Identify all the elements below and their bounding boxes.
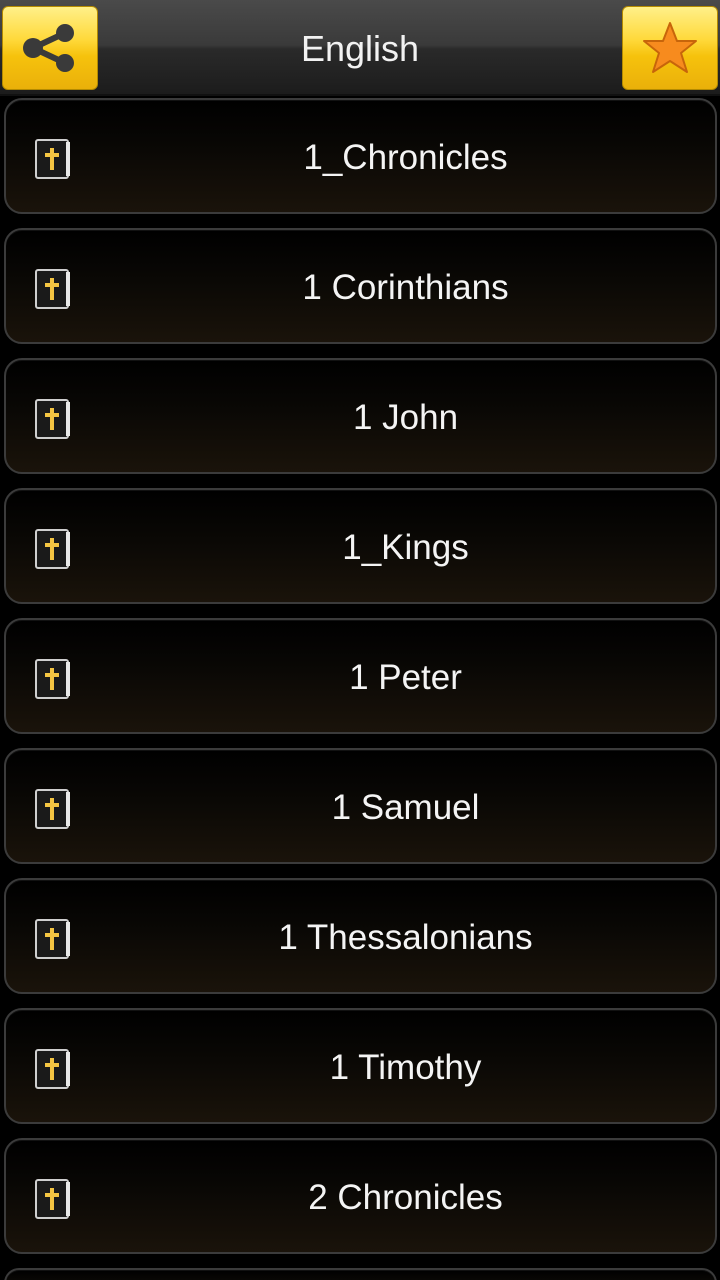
bible-book-icon (35, 1049, 70, 1089)
list-item[interactable]: 1_Chronicles (4, 98, 717, 214)
book-label: 1_Chronicles (303, 138, 508, 177)
list-item[interactable]: 1 Peter (4, 618, 717, 734)
book-label: 1 Corinthians (302, 268, 509, 307)
book-label: 1 Thessalonians (278, 918, 533, 957)
top-bar: English (0, 0, 720, 96)
list-item[interactable]: 1 Corinthians (4, 228, 717, 344)
bible-book-icon (35, 269, 70, 309)
bible-book-icon (35, 789, 70, 829)
bible-book-icon (35, 529, 70, 569)
list-item[interactable]: 1_Kings (4, 488, 717, 604)
book-label: 1 Samuel (331, 788, 480, 827)
list-item[interactable]: 1 Timothy (4, 1008, 717, 1124)
book-label: 1 John (352, 398, 459, 437)
book-label: 1 Peter (349, 658, 462, 697)
favorite-button[interactable] (622, 6, 718, 90)
book-label: 1 Timothy (329, 1048, 482, 1087)
bible-book-icon (35, 399, 70, 439)
list-item[interactable]: 1 John (4, 358, 717, 474)
star-icon (643, 22, 697, 73)
book-label: 2 Chronicles (308, 1178, 503, 1217)
list-item[interactable]: 2 Chronicles (4, 1138, 717, 1254)
bible-book-icon (35, 139, 70, 179)
bible-book-icon (35, 919, 70, 959)
bible-book-icon (35, 1179, 70, 1219)
list-item[interactable]: 1 Samuel (4, 748, 717, 864)
page-title: English (300, 28, 420, 69)
bible-book-icon (35, 659, 70, 699)
list-item-partial[interactable] (4, 1268, 717, 1280)
book-label: 1_Kings (342, 528, 469, 567)
list-item[interactable]: 1 Thessalonians (4, 878, 717, 994)
